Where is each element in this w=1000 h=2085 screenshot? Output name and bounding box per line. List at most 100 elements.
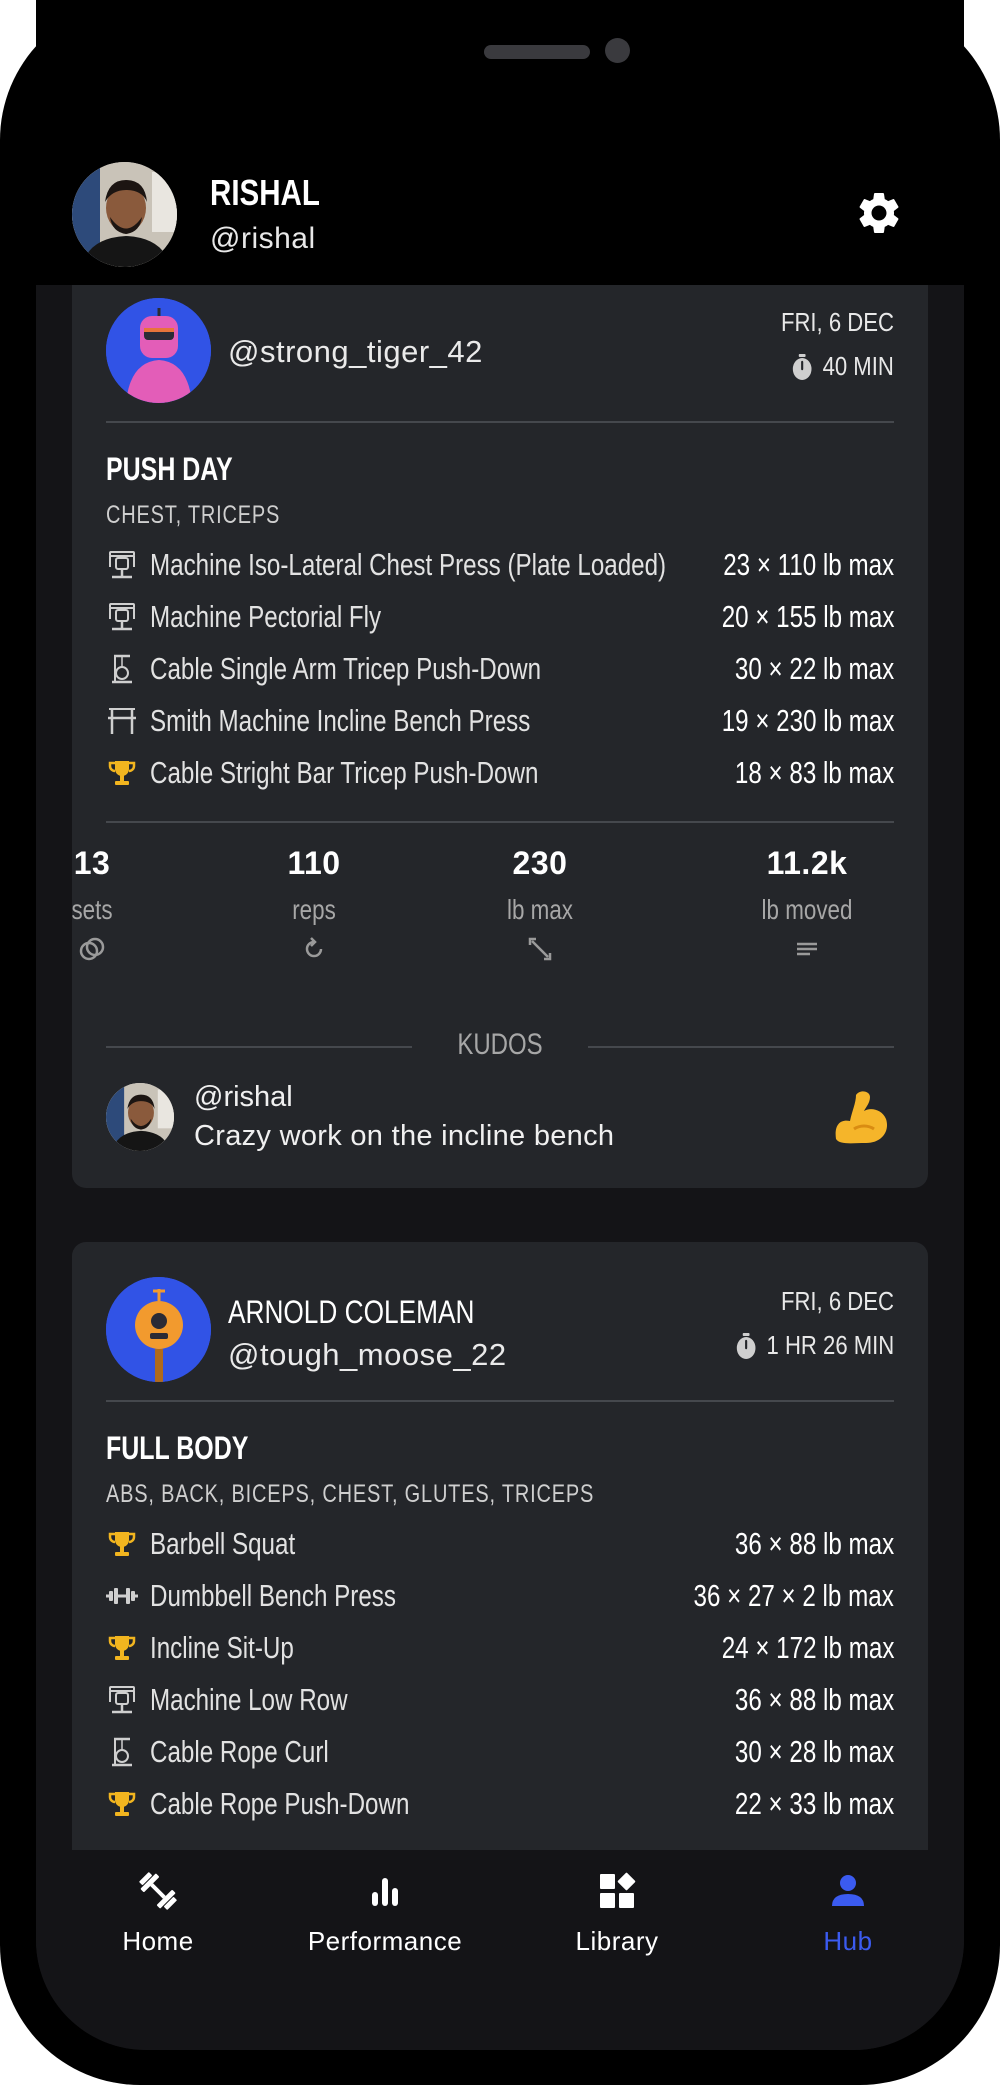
nav-label: Library (575, 1926, 659, 1956)
exercise-row[interactable]: Dumbbell Bench Press 36 × 27 × 2 lb max (106, 1576, 894, 1616)
exercise-name: Dumbbell Bench Press (150, 1578, 396, 1613)
user-avatar[interactable] (106, 1277, 211, 1382)
exercise-name: Cable Rope Curl (150, 1734, 329, 1769)
exercise-row[interactable]: Cable Rope Push-Down 22 × 33 lb max (106, 1784, 894, 1824)
dumbbell-diagonal-icon (139, 1872, 177, 1910)
trophy-icon (106, 1528, 138, 1560)
stopwatch-icon (790, 353, 814, 381)
post-duration: 40 MIN (790, 351, 894, 382)
exercise-best-set: 36 × 27 × 2 lb max (693, 1578, 894, 1613)
nav-performance[interactable]: Performance (295, 1868, 475, 1957)
bottom-nav: Home Performance Library Hub (36, 1850, 964, 2050)
exercise-best-set: 18 × 83 lb max (734, 755, 894, 790)
exercise-best-set: 23 × 110 lb max (723, 547, 894, 582)
post-username[interactable]: @tough_moose_22 (228, 1337, 507, 1373)
machine-icon (106, 1684, 138, 1716)
exercise-best-set: 36 × 88 lb max (734, 1526, 894, 1561)
exercise-name: Incline Sit-Up (150, 1630, 294, 1665)
exercise-best-set: 20 × 155 lb max (721, 599, 894, 634)
exercise-row[interactable]: Cable Rope Curl 30 × 28 lb max (106, 1732, 894, 1772)
stat-lb-moved: 11.2k lb moved (737, 845, 877, 964)
rings-icon (79, 937, 105, 961)
exercise-best-set: 19 × 230 lb max (721, 703, 894, 738)
post-duration: 1 HR 26 MIN (734, 1330, 894, 1361)
workout-card[interactable]: @strong_tiger_42 FRI, 6 DEC 40 MIN PUSH … (71, 285, 928, 1188)
exercise-name: Cable Rope Push-Down (150, 1786, 410, 1821)
muscle-groups: CHEST, TRICEPS (106, 501, 281, 529)
nav-home[interactable]: Home (68, 1868, 248, 1957)
exercise-name: Smith Machine Incline Bench Press (150, 703, 531, 738)
exercise-name: Machine Pectorial Fly (150, 599, 382, 634)
exercise-row[interactable]: Smith Machine Incline Bench Press 19 × 2… (106, 701, 894, 741)
exercise-name: Barbell Squat (150, 1526, 296, 1561)
kudos-username[interactable]: @rishal (194, 1081, 293, 1114)
exercise-row[interactable]: Cable Stright Bar Tricep Push-Down 18 × … (106, 753, 894, 793)
stat-reps: 110 reps (244, 845, 384, 964)
profile-name: RISHAL (210, 172, 320, 213)
kudos-comment: Crazy work on the incline bench (194, 1120, 615, 1152)
stat-value: 11.2k (766, 845, 848, 881)
lines-icon (797, 942, 817, 956)
exercise-row[interactable]: Incline Sit-Up 24 × 172 lb max (106, 1628, 894, 1668)
bar-chart-icon (372, 1878, 398, 1906)
user-avatar[interactable] (106, 298, 211, 403)
kudos-divider-right (588, 1046, 894, 1048)
trophy-icon (106, 1788, 138, 1820)
kudos-avatar[interactable] (106, 1083, 174, 1151)
app-screen: RISHAL @rishal @strong_tiger_42 FRI, 6 D… (36, 0, 964, 2050)
machine-icon (106, 549, 138, 581)
exercise-row[interactable]: Cable Single Arm Tricep Push-Down 30 × 2… (106, 649, 894, 689)
workout-card[interactable]: ARNOLD COLEMAN @tough_moose_22 FRI, 6 DE… (72, 1242, 928, 1850)
exercise-name: Cable Single Arm Tricep Push-Down (150, 651, 542, 686)
kudos-label: KUDOS (457, 1028, 543, 1061)
stat-value: 230 (512, 845, 568, 881)
nav-label: Hub (823, 1926, 873, 1956)
workout-title: PUSH DAY (106, 451, 233, 487)
nav-library[interactable]: Library (527, 1868, 707, 1957)
cable-icon (106, 1736, 138, 1768)
flexed-biceps-icon (835, 1091, 888, 1144)
stat-label: sets (71, 894, 113, 925)
muscle-groups: ABS, BACK, BICEPS, CHEST, GLUTES, TRICEP… (106, 1480, 595, 1508)
dumbbell-icon (106, 1580, 138, 1612)
card-divider (106, 421, 894, 423)
stat-sets: 13 sets (36, 845, 162, 964)
profile-handle: @rishal (210, 222, 316, 255)
exercise-row[interactable]: Machine Pectorial Fly 20 × 155 lb max (106, 597, 894, 637)
profile-avatar[interactable] (72, 162, 177, 267)
post-full-name[interactable]: ARNOLD COLEMAN (228, 1294, 474, 1331)
widgets-icon (600, 1872, 636, 1908)
exercise-row[interactable]: Barbell Squat 36 × 88 lb max (106, 1524, 894, 1564)
speaker-notch (484, 45, 590, 59)
phone-frame: RISHAL @rishal @strong_tiger_42 FRI, 6 D… (0, 0, 1000, 2085)
camera-notch (605, 38, 630, 63)
stat-lb-max: 230 lb max (470, 845, 610, 964)
nav-hub[interactable]: Hub (758, 1868, 938, 1957)
duration-text: 40 MIN (822, 351, 894, 381)
cable-icon (106, 653, 138, 685)
post-username[interactable]: @strong_tiger_42 (228, 334, 483, 370)
nav-label: Performance (307, 1926, 463, 1956)
exercise-best-set: 22 × 33 lb max (734, 1786, 894, 1821)
stopwatch-icon (734, 1332, 758, 1360)
exercise-name: Machine Iso-Lateral Chest Press (Plate L… (150, 547, 667, 582)
duration-text: 1 HR 26 MIN (766, 1330, 894, 1360)
exercise-best-set: 30 × 22 lb max (734, 651, 894, 686)
exercise-best-set: 24 × 172 lb max (721, 1630, 894, 1665)
nav-label: Home (122, 1926, 194, 1956)
smith-machine-icon (106, 705, 138, 737)
repeat-icon (305, 937, 323, 958)
post-date: FRI, 6 DEC (781, 1286, 894, 1316)
exercise-row[interactable]: Machine Low Row 36 × 88 lb max (106, 1680, 894, 1720)
stat-value: 13 (73, 845, 111, 881)
settings-gear-icon[interactable] (854, 188, 904, 238)
stat-label: lb max (507, 894, 573, 925)
workout-title: FULL BODY (106, 1430, 249, 1466)
trophy-icon (106, 757, 138, 789)
trophy-icon (106, 1632, 138, 1664)
exercise-name: Machine Low Row (150, 1682, 348, 1717)
exercise-row[interactable]: Machine Iso-Lateral Chest Press (Plate L… (106, 545, 894, 585)
activity-feed[interactable]: @strong_tiger_42 FRI, 6 DEC 40 MIN PUSH … (36, 285, 964, 1850)
stat-label: lb moved (761, 894, 853, 925)
stat-value: 110 (287, 845, 341, 881)
